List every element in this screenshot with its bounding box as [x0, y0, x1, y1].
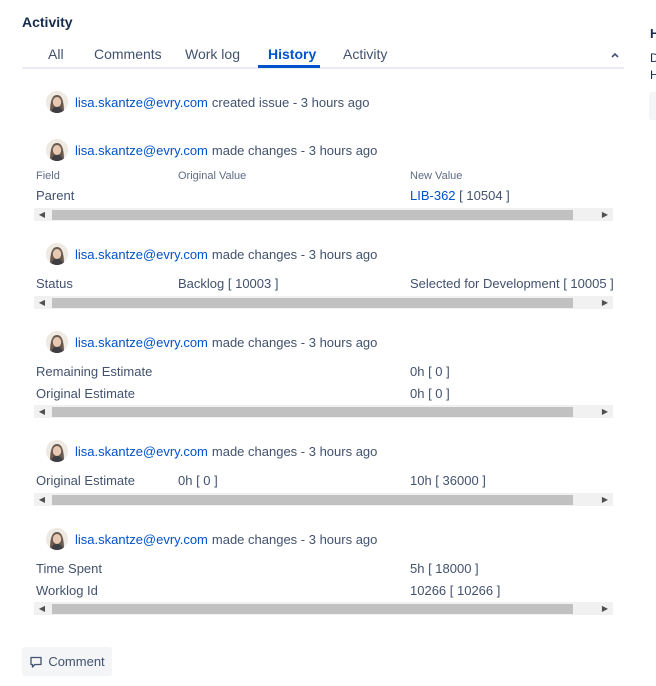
scroll-right-icon[interactable]: ▶ — [597, 405, 613, 418]
entry-action: created issue - 3 hours ago — [211, 94, 370, 110]
new-value: 0h [ 0 ] — [410, 386, 450, 401]
history-entry: lisa.skantze@evry.com made changes - 3 h… — [22, 138, 617, 224]
entry-header: lisa.skantze@evry.com made changes - 3 h… — [46, 527, 377, 551]
field-name: Time Spent — [36, 561, 102, 576]
new-value: 0h [ 0 ] — [410, 364, 450, 379]
horizontal-scrollbar[interactable]: ◀ ▶ — [34, 493, 613, 506]
tab-activity[interactable]: Activity — [343, 46, 387, 62]
comment-button-label: Comment — [48, 654, 105, 669]
user-avatar[interactable] — [46, 528, 68, 550]
comment-icon — [30, 656, 42, 668]
right-sidebar-text: H — [650, 68, 656, 82]
entry-header: lisa.skantze@evry.com made changes - 3 h… — [46, 330, 377, 354]
scrollbar-thumb[interactable] — [52, 495, 573, 505]
horizontal-scrollbar[interactable]: ◀ ▶ — [34, 208, 613, 221]
entry-action: made changes - 3 hours ago — [211, 531, 378, 547]
tab-comments[interactable]: Comments — [94, 46, 162, 62]
scroll-right-icon[interactable]: ▶ — [597, 493, 613, 506]
user-link[interactable]: lisa.skantze@evry.com — [75, 143, 208, 158]
user-link[interactable]: lisa.skantze@evry.com — [75, 444, 208, 459]
original-value: Backlog [ 10003 ] — [178, 276, 279, 291]
user-avatar[interactable] — [46, 331, 68, 353]
comment-button[interactable]: Comment — [22, 647, 112, 676]
scrollbar-thumb[interactable] — [52, 298, 573, 308]
field-name: Parent — [36, 188, 75, 203]
active-tab-indicator — [258, 65, 320, 68]
user-link[interactable]: lisa.skantze@evry.com — [75, 532, 208, 547]
tab-all[interactable]: All — [48, 46, 64, 62]
scroll-right-icon[interactable]: ▶ — [597, 208, 613, 221]
tab-history[interactable]: History — [268, 46, 316, 62]
original-value: 0h [ 0 ] — [178, 473, 218, 488]
field-name: Original Estimate — [36, 386, 135, 401]
new-value: Selected for Development [ 10005 ] — [410, 276, 614, 291]
entry-action: made changes - 3 hours ago — [211, 142, 378, 158]
user-avatar[interactable] — [46, 440, 68, 462]
column-header-new-value: New Value — [410, 170, 463, 182]
entry-action: made changes - 3 hours ago — [211, 334, 378, 350]
scroll-right-icon[interactable]: ▶ — [597, 296, 613, 309]
scroll-left-icon[interactable]: ◀ — [34, 296, 50, 309]
column-header-original-value: Original Value — [178, 170, 247, 182]
entry-header: lisa.skantze@evry.com made changes - 3 h… — [46, 439, 377, 463]
horizontal-scrollbar[interactable]: ◀ ▶ — [34, 602, 613, 615]
user-avatar[interactable] — [46, 139, 68, 161]
scroll-left-icon[interactable]: ◀ — [34, 493, 50, 506]
right-sidebar-button[interactable] — [649, 92, 656, 120]
right-sidebar: H D H — [645, 0, 656, 686]
field-name: Status — [36, 276, 73, 291]
right-sidebar-text: D — [650, 51, 656, 65]
scroll-right-icon[interactable]: ▶ — [597, 602, 613, 615]
field-name: Original Estimate — [36, 473, 135, 488]
user-avatar[interactable] — [46, 243, 68, 265]
scroll-left-icon[interactable]: ◀ — [34, 208, 50, 221]
horizontal-scrollbar[interactable]: ◀ ▶ — [34, 405, 613, 418]
scrollbar-thumb[interactable] — [52, 210, 573, 220]
entry-action: made changes - 3 hours ago — [211, 246, 378, 262]
entry-header: lisa.skantze@evry.com created issue - 3 … — [46, 90, 369, 114]
user-avatar[interactable] — [46, 91, 68, 113]
entry-header: lisa.skantze@evry.com made changes - 3 h… — [46, 138, 377, 162]
right-sidebar-heading: H — [650, 26, 656, 41]
new-value: 5h [ 18000 ] — [410, 561, 479, 576]
field-name: Remaining Estimate — [36, 364, 153, 379]
user-link[interactable]: lisa.skantze@evry.com — [75, 95, 208, 110]
user-link[interactable]: lisa.skantze@evry.com — [75, 247, 208, 262]
tab-work-log[interactable]: Work log — [185, 46, 240, 62]
chevron-up-icon[interactable] — [610, 50, 620, 60]
user-link[interactable]: lisa.skantze@evry.com — [75, 335, 208, 350]
horizontal-scrollbar[interactable]: ◀ ▶ — [34, 296, 613, 309]
new-value: 10h [ 36000 ] — [410, 473, 486, 488]
entry-header: lisa.skantze@evry.com made changes - 3 h… — [46, 242, 377, 266]
new-value: LIB-362 [ 10504 ] — [410, 188, 510, 203]
scrollbar-thumb[interactable] — [52, 407, 573, 417]
entry-action: made changes - 3 hours ago — [211, 443, 378, 459]
scroll-left-icon[interactable]: ◀ — [34, 405, 50, 418]
scrollbar-thumb[interactable] — [52, 604, 573, 614]
activity-tabs: All Comments Work log History Activity — [22, 42, 624, 69]
activity-title: Activity — [22, 14, 73, 30]
issue-link[interactable]: LIB-362 — [410, 188, 456, 203]
column-header-field: Field — [36, 170, 60, 182]
new-value: 10266 [ 10266 ] — [410, 583, 501, 598]
scroll-left-icon[interactable]: ◀ — [34, 602, 50, 615]
field-name: Worklog Id — [36, 583, 98, 598]
